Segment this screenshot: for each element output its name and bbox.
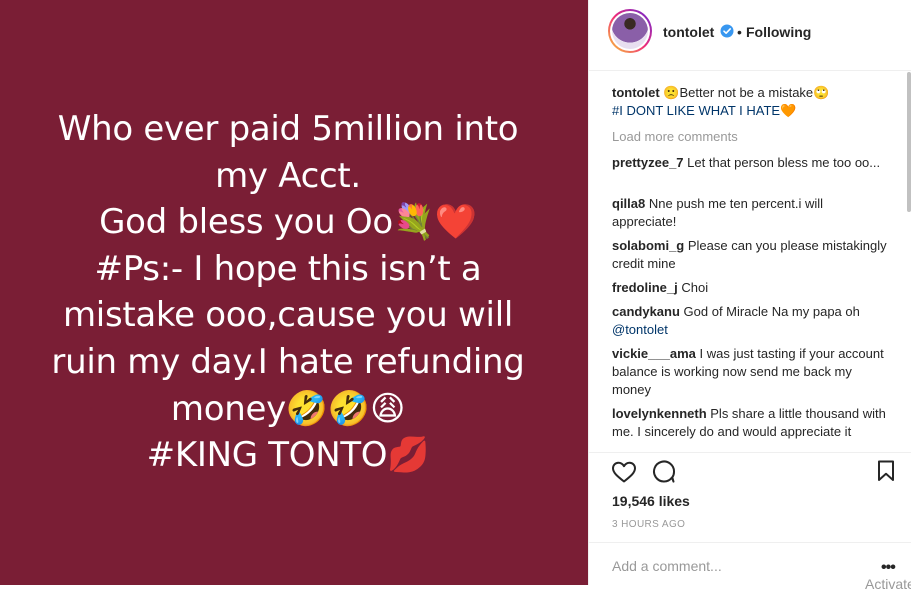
following-button[interactable]: Following xyxy=(746,24,811,40)
comments-list[interactable]: tontolet 🙁Better not be a mistake🙄 #I DON… xyxy=(612,84,892,452)
comment-username[interactable]: candykanu xyxy=(612,304,680,319)
avatar[interactable] xyxy=(608,9,652,53)
post-line: my Acct. xyxy=(215,155,361,196)
verified-badge-icon xyxy=(720,24,734,38)
divider xyxy=(589,452,911,453)
post-line: Who ever paid 5million into xyxy=(57,109,519,149)
post-header: tontolet • Following xyxy=(589,0,911,71)
comment-item: qilla8 Nne push me ten percent.i will ap… xyxy=(612,195,888,231)
comment-item: fredoline_j Choi xyxy=(612,279,888,297)
comment-icon[interactable] xyxy=(651,460,677,484)
post-line: money🤣🤣😩 xyxy=(170,388,406,429)
caption: tontolet 🙁Better not be a mistake🙄 #I DON… xyxy=(612,84,888,120)
comment-text: Choi xyxy=(681,280,709,295)
header-username[interactable]: tontolet xyxy=(663,24,714,40)
post-line: God bless you Oo💐❤️ xyxy=(99,202,477,243)
bookmark-icon[interactable] xyxy=(877,460,895,482)
caption-text: Better not be a mistake xyxy=(679,85,814,100)
more-options-icon[interactable]: ••• xyxy=(881,559,896,577)
post-text: Who ever paid 5million into my Acct. God… xyxy=(0,106,576,479)
post-line: #Ps:- I hope this isn’t a xyxy=(94,248,482,289)
header-separator: • xyxy=(737,24,742,40)
comment-item: prettyzee_7 Let that person bless me too… xyxy=(612,154,888,172)
caption-username[interactable]: tontolet xyxy=(612,85,660,100)
avatar-image xyxy=(612,13,648,49)
comment-username[interactable]: fredoline_j xyxy=(612,280,678,295)
caption-hashtag[interactable]: #I DONT LIKE WHAT I HATE xyxy=(612,103,780,118)
comment-item: solabomi_g Please can you please mistaki… xyxy=(612,237,888,273)
comment-username[interactable]: solabomi_g xyxy=(612,238,684,253)
side-panel: tontolet • Following tontolet 🙁Better no… xyxy=(589,0,911,592)
post-image[interactable]: Who ever paid 5million into my Acct. God… xyxy=(0,0,588,585)
comment-text: Let that person bless me too oo... xyxy=(687,155,881,170)
comment-item: candykanu God of Miracle Na my papa oh @t… xyxy=(612,303,888,339)
post-line: #KING TONTO💋 xyxy=(146,435,430,476)
load-more-comments[interactable]: Load more comments xyxy=(612,128,888,146)
caption-emoji: 🙁 xyxy=(663,85,680,100)
likes-count[interactable]: 19,546 likes xyxy=(612,493,690,509)
comment-username[interactable]: vickie___ama xyxy=(612,346,696,361)
comment-item: lovelynkenneth Pls share a little thousa… xyxy=(612,405,888,441)
heart-icon[interactable] xyxy=(611,460,637,484)
comment-username[interactable]: qilla8 xyxy=(612,196,645,211)
add-comment-input[interactable]: Add a comment... xyxy=(612,558,722,574)
post-timestamp[interactable]: 3 HOURS AGO xyxy=(612,519,685,530)
divider xyxy=(589,542,911,543)
post-line: mistake ooo,cause you will xyxy=(62,295,513,336)
caption-emoji: 🙄 xyxy=(813,85,830,100)
post-line: ruin my day.I hate refunding xyxy=(51,341,525,382)
action-bar xyxy=(589,455,911,495)
comment-item: vickie___ama I was just tasting if your … xyxy=(612,345,888,399)
comment-mention[interactable]: @tontolet xyxy=(612,322,668,337)
comment-text: God of Miracle Na my papa oh xyxy=(683,304,860,319)
comment-username[interactable]: prettyzee_7 xyxy=(612,155,684,170)
scrollbar[interactable] xyxy=(907,72,911,212)
activation-watermark: Activate xyxy=(865,576,911,592)
caption-emoji: 🧡 xyxy=(780,103,797,118)
comment-username[interactable]: lovelynkenneth xyxy=(612,406,707,421)
